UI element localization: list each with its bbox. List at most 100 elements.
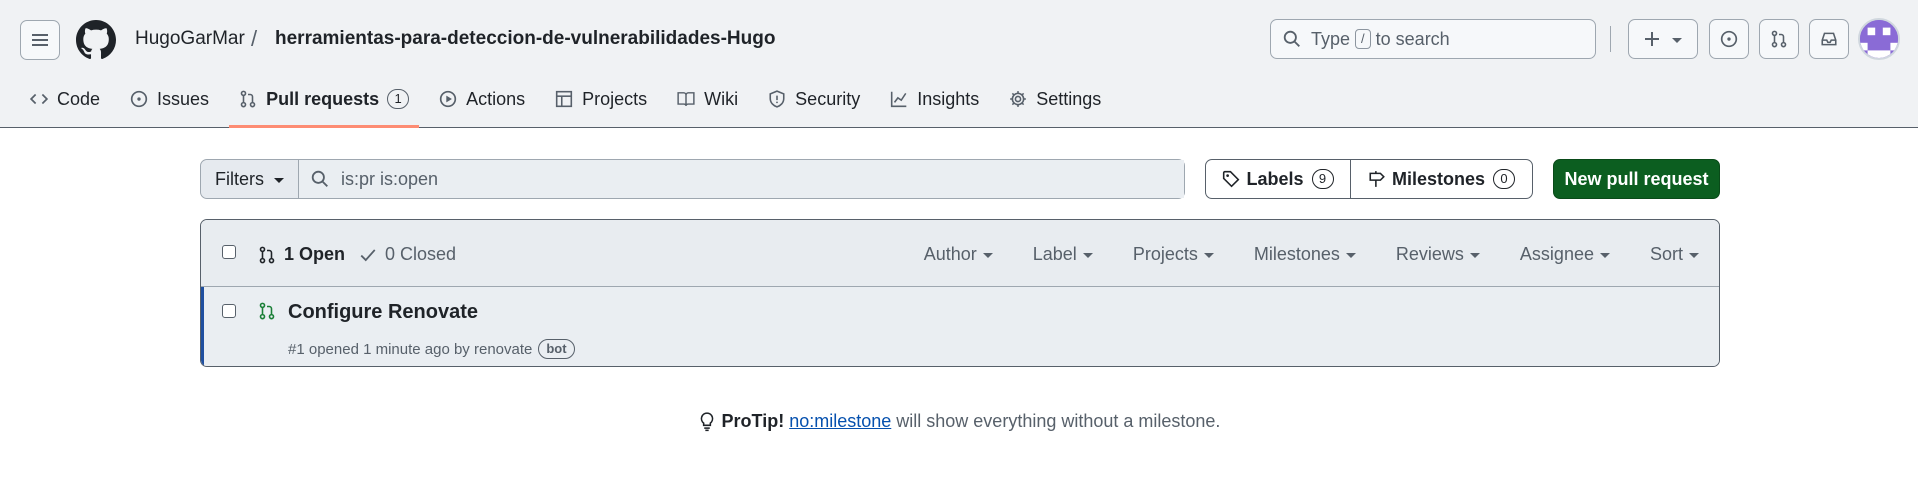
github-logo-icon[interactable] [76,20,116,60]
pr-filter-bar: Filters is:pr is:open [200,159,1185,199]
pull-request-icon [1771,30,1787,48]
closed-filter-link[interactable]: 0 Closed [359,244,456,265]
repo-owner-link[interactable]: HugoGarMar [135,28,245,50]
filter-label: Projects [1132,244,1198,264]
assignee-filter-dropdown[interactable]: Assignee [1520,244,1610,265]
chevron-down-icon [274,177,284,183]
protip: ProTip! no:milestone will show everythin… [0,411,1918,432]
filter-label: Reviews [1395,244,1464,264]
milestones-label: Milestones [1391,168,1486,189]
tag-icon [1223,170,1240,188]
repo-name-link[interactable]: herramientas-para-deteccion-de-vulnerabi… [275,28,775,50]
tab-code[interactable]: Code [20,78,110,120]
tab-counter: 1 [387,89,410,109]
filter-label: Milestones [1253,244,1340,264]
shield-icon [769,90,785,108]
tab-pull-requests[interactable]: Pull requests 1 [229,78,420,128]
create-new-button[interactable] [1628,19,1698,59]
search-query-value: is:pr is:open [341,168,439,189]
tab-security[interactable]: Security [758,78,870,120]
pull-request-icon [240,90,256,108]
identicon-icon [1860,20,1898,58]
global-search-input[interactable]: Type / to search [1270,19,1596,59]
issues-button[interactable] [1709,19,1749,59]
chevron-down-icon [1599,253,1610,258]
tab-wiki[interactable]: Wiki [667,78,748,120]
protip-prefix: ProTip! [721,411,785,431]
hamburger-icon [32,34,48,46]
code-icon [30,93,48,105]
tab-label: Pull requests [266,88,380,109]
tab-projects[interactable]: Projects [545,78,657,120]
list-column-filters: Author Label Projects Milestones Reviews… [884,244,1699,265]
milestones-button[interactable]: Milestones 0 [1351,160,1532,198]
labels-count: 9 [1311,169,1334,189]
pull-requests-button[interactable] [1759,19,1799,59]
table-icon [556,90,573,108]
pr-title-link[interactable]: Configure Renovate [288,301,478,324]
no-milestone-link[interactable]: no:milestone [789,411,891,432]
user-avatar[interactable] [1858,18,1900,60]
filter-label: Label [1032,244,1077,264]
toolbar-divider [1610,26,1611,52]
tab-label: Insights [917,88,980,109]
filter-label: Assignee [1519,244,1594,264]
tab-label: Projects [582,88,648,109]
repo-header: HugoGarMar / herramientas-para-deteccion… [0,0,1918,128]
repo-nav-tabs: Code Issues Pull requests 1 Actions Proj… [20,78,1121,128]
search-placeholder-rest: to search [1375,28,1450,49]
inbox-icon [1821,32,1837,46]
tab-actions[interactable]: Actions [429,78,535,120]
label-filter-dropdown[interactable]: Label [1033,244,1093,265]
tab-label: Actions [466,88,526,109]
list-item: Configure Renovate #1 opened 1 minute ag… [201,287,1719,366]
search-placeholder-type: Type [1311,28,1351,49]
filters-label: Filters [215,168,264,189]
chevron-down-icon [1689,253,1699,258]
projects-filter-dropdown[interactable]: Projects [1133,244,1214,265]
open-count-label: 1 Open [284,244,346,264]
milestones-filter-dropdown[interactable]: Milestones [1254,244,1356,265]
tab-insights[interactable]: Insights [880,78,989,120]
new-pull-request-button[interactable]: New pull request [1553,159,1720,199]
gear-icon [1010,91,1027,107]
issue-opened-icon [1720,30,1738,48]
light-bulb-icon [700,411,713,431]
issue-icon [130,90,148,108]
chevron-down-icon [1345,253,1356,258]
tab-label: Issues [157,88,210,109]
tab-issues[interactable]: Issues [120,78,219,120]
pr-list: 1 Open 0 Closed Author Label Projects Mi… [200,219,1720,367]
closed-count-label: 0 Closed [385,244,457,264]
chevron-down-icon [1203,253,1214,258]
chevron-down-icon [982,253,993,258]
open-filter-link[interactable]: 1 Open [258,244,345,265]
labels-label: Labels [1246,168,1304,189]
book-icon [677,92,695,107]
check-icon [360,248,376,261]
author-filter-dropdown[interactable]: Author [924,244,993,265]
pull-request-icon [259,246,275,263]
pr-meta: #1 opened 1 minute ago by renovate bot [288,339,575,359]
menu-button[interactable] [20,20,60,60]
filter-label: Sort [1649,244,1683,264]
search-shortcut-key: / [1355,29,1371,49]
inbox-button[interactable] [1809,19,1849,59]
reviews-filter-dropdown[interactable]: Reviews [1396,244,1480,265]
graph-icon [891,91,907,108]
filter-label: Author [923,244,977,264]
tab-settings[interactable]: Settings [999,78,1111,120]
labels-button[interactable]: Labels 9 [1206,160,1351,198]
tab-label: Settings [1036,88,1102,109]
protip-text: will show everything without a milestone… [896,411,1221,431]
row-checkbox[interactable] [222,304,236,318]
play-icon [439,90,457,108]
pr-list-header: 1 Open 0 Closed Author Label Projects Mi… [201,220,1719,287]
pr-search-input[interactable]: is:pr is:open [299,160,1184,198]
plus-icon [1645,32,1659,46]
tab-label: Wiki [704,88,739,109]
sort-dropdown[interactable]: Sort [1650,244,1699,265]
select-all-checkbox[interactable] [222,245,236,259]
filters-dropdown-button[interactable]: Filters [201,160,299,198]
search-icon [311,170,328,187]
